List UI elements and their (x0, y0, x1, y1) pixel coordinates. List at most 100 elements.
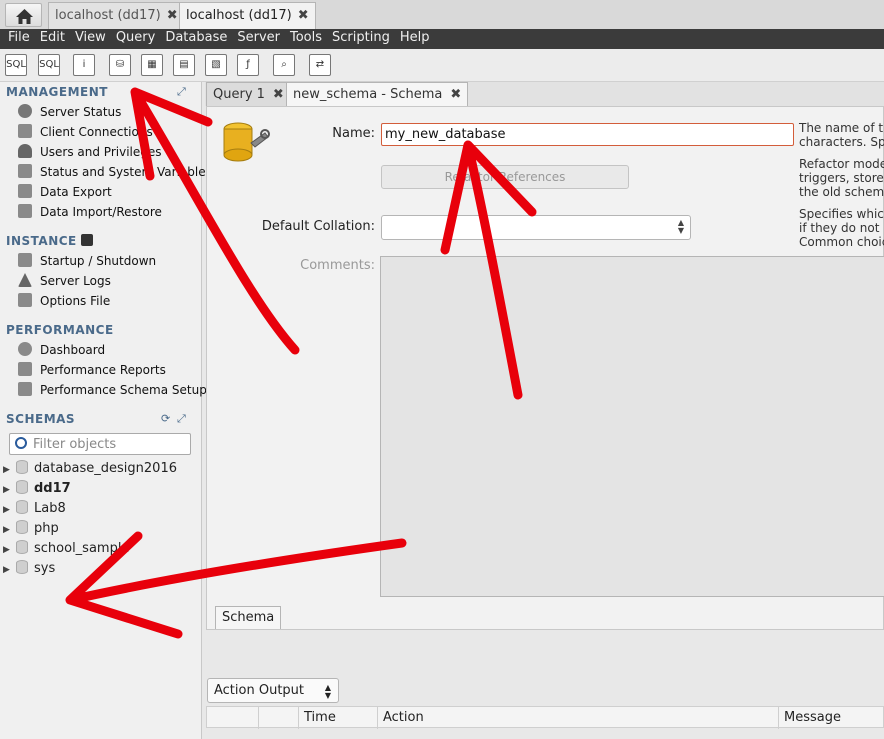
new-sql-tab-icon[interactable]: SQL (5, 54, 27, 76)
expand-icon[interactable]: ⤢ (177, 85, 186, 99)
database-icon (16, 560, 28, 574)
collation-label: Default Collation: (261, 219, 375, 234)
create-table-icon[interactable]: ▦ (141, 54, 163, 76)
column-action[interactable]: Action (383, 710, 424, 725)
nav-label: Data Export (40, 185, 112, 199)
menu-bar: File Edit View Query Database Server Tools Scri… (0, 29, 884, 49)
tab-label: new_schema - Schema (293, 87, 443, 102)
column-message[interactable]: Message (784, 710, 841, 725)
create-function-icon[interactable]: ƒ (237, 54, 259, 76)
connection-tab-2[interactable]: localhost (dd17) ✖ (179, 2, 316, 30)
menu-scripting[interactable]: Scripting (332, 29, 390, 45)
schemas-title: SCHEMAS (6, 412, 76, 426)
schema-item-php[interactable]: ▶ php (0, 520, 59, 540)
nav-label: Status and System Variables (40, 165, 212, 179)
expand-triangle-icon[interactable]: ▶ (0, 565, 12, 575)
schema-label: school_sample (34, 541, 130, 556)
nav-startup-shutdown[interactable]: Startup / Shutdown (18, 253, 156, 271)
nav-label: Data Import/Restore (40, 205, 162, 219)
expand-triangle-icon[interactable]: ▶ (0, 505, 12, 515)
create-procedure-icon[interactable]: ▧ (205, 54, 227, 76)
expand-triangle-icon[interactable]: ▶ (0, 545, 12, 555)
help-collation: Specifies whic if they do not Common choic (799, 207, 884, 249)
expand-icon[interactable]: ⤢ (177, 412, 186, 426)
nav-label: Users and Privileges (40, 145, 162, 159)
nav-label: Client Connections (40, 125, 153, 139)
open-sql-script-icon[interactable]: SQL (38, 54, 60, 76)
create-view-icon[interactable]: ▤ (173, 54, 195, 76)
help-name: The name of th characters. Sp (799, 121, 884, 149)
menu-tools[interactable]: Tools (290, 29, 322, 45)
wrench-icon (18, 293, 32, 307)
comments-textarea[interactable] (380, 256, 884, 597)
close-icon[interactable]: ✖ (450, 87, 461, 102)
updown-arrows-icon: ▲ ▼ (324, 683, 331, 700)
schema-filter-input[interactable]: Filter objects (9, 433, 191, 455)
performance-title: PERFORMANCE (6, 323, 114, 337)
close-icon[interactable]: ✖ (273, 87, 284, 102)
tab-schema[interactable]: Schema (215, 606, 282, 629)
nav-data-export[interactable]: Data Export (18, 184, 112, 202)
divider (207, 629, 884, 630)
column-divider (377, 707, 378, 729)
filter-placeholder: Filter objects (33, 437, 117, 452)
menu-server[interactable]: Server (237, 29, 280, 45)
schema-item-school-sample[interactable]: ▶ school_sample (0, 540, 129, 560)
nav-server-logs[interactable]: Server Logs (18, 273, 111, 291)
reconnect-icon[interactable]: ⇄ (309, 54, 331, 76)
nav-users-privileges[interactable]: Users and Privileges (18, 144, 162, 162)
menu-help[interactable]: Help (400, 29, 430, 45)
nav-data-import[interactable]: Data Import/Restore (18, 204, 162, 222)
menu-query[interactable]: Query (116, 29, 156, 45)
tab-new-schema[interactable]: new_schema - Schema ✖ (286, 82, 469, 106)
column-time[interactable]: Time (304, 710, 336, 725)
import-icon (18, 204, 32, 218)
menu-file[interactable]: File (8, 29, 30, 45)
nav-label: Server Logs (40, 274, 111, 288)
nav-label: Dashboard (40, 343, 106, 357)
user-icon (18, 144, 32, 158)
nav-client-connections[interactable]: Client Connections (18, 124, 153, 142)
expand-triangle-icon[interactable]: ▶ (0, 465, 12, 475)
create-schema-icon[interactable]: ⛁ (109, 54, 131, 76)
nav-performance-schema-setup[interactable]: Performance Schema Setup (18, 382, 207, 400)
menu-view[interactable]: View (75, 29, 106, 45)
close-icon[interactable]: ✖ (298, 8, 309, 23)
schema-label: Lab8 (34, 501, 66, 516)
schema-name-input[interactable]: my_new_database (381, 123, 794, 146)
schema-item-database-design2016[interactable]: ▶ database_design2016 (0, 460, 177, 480)
tab-query-1[interactable]: Query 1 ✖ (206, 82, 291, 106)
output-selector[interactable]: Action Output ▲ ▼ (207, 678, 339, 703)
connection-tab-label: localhost (dd17) (55, 8, 161, 23)
menu-edit[interactable]: Edit (40, 29, 65, 45)
warning-icon (18, 273, 32, 287)
close-icon[interactable]: ✖ (167, 8, 178, 23)
setup-icon (18, 382, 32, 396)
refresh-icon[interactable]: ⟳ (161, 412, 170, 425)
schema-item-lab8[interactable]: ▶ Lab8 (0, 500, 66, 520)
schema-editor: Name: my_new_database Refactor Reference… (206, 106, 884, 630)
nav-status-variables[interactable]: Status and System Variables (18, 164, 212, 182)
instance-title: INSTANCE (6, 234, 94, 248)
database-icon (16, 500, 28, 514)
nav-server-status[interactable]: Server Status (18, 104, 121, 122)
connection-tab-1[interactable]: localhost (dd17) ✖ (48, 2, 185, 29)
search-table-data-icon[interactable]: ⌕ (273, 54, 295, 76)
home-button[interactable] (5, 3, 42, 27)
nav-label: Performance Schema Setup (40, 383, 207, 397)
expand-triangle-icon[interactable]: ▶ (0, 485, 12, 495)
comments-label: Comments: (300, 258, 375, 273)
nav-dashboard[interactable]: Dashboard (18, 342, 105, 360)
schema-label: dd17 (34, 481, 71, 496)
reports-icon (18, 362, 32, 376)
refactor-references-button[interactable]: Refactor References (381, 165, 629, 189)
menu-database[interactable]: Database (165, 29, 227, 45)
schema-item-sys[interactable]: ▶ sys (0, 560, 55, 580)
collation-select[interactable]: ▲ ▼ (381, 215, 691, 240)
inspector-icon[interactable]: i (73, 54, 95, 76)
nav-options-file[interactable]: Options File (18, 293, 110, 311)
schema-item-dd17[interactable]: ▶ dd17 (0, 480, 71, 500)
nav-performance-reports[interactable]: Performance Reports (18, 362, 166, 380)
expand-triangle-icon[interactable]: ▶ (0, 525, 12, 535)
schema-label: database_design2016 (34, 461, 177, 476)
